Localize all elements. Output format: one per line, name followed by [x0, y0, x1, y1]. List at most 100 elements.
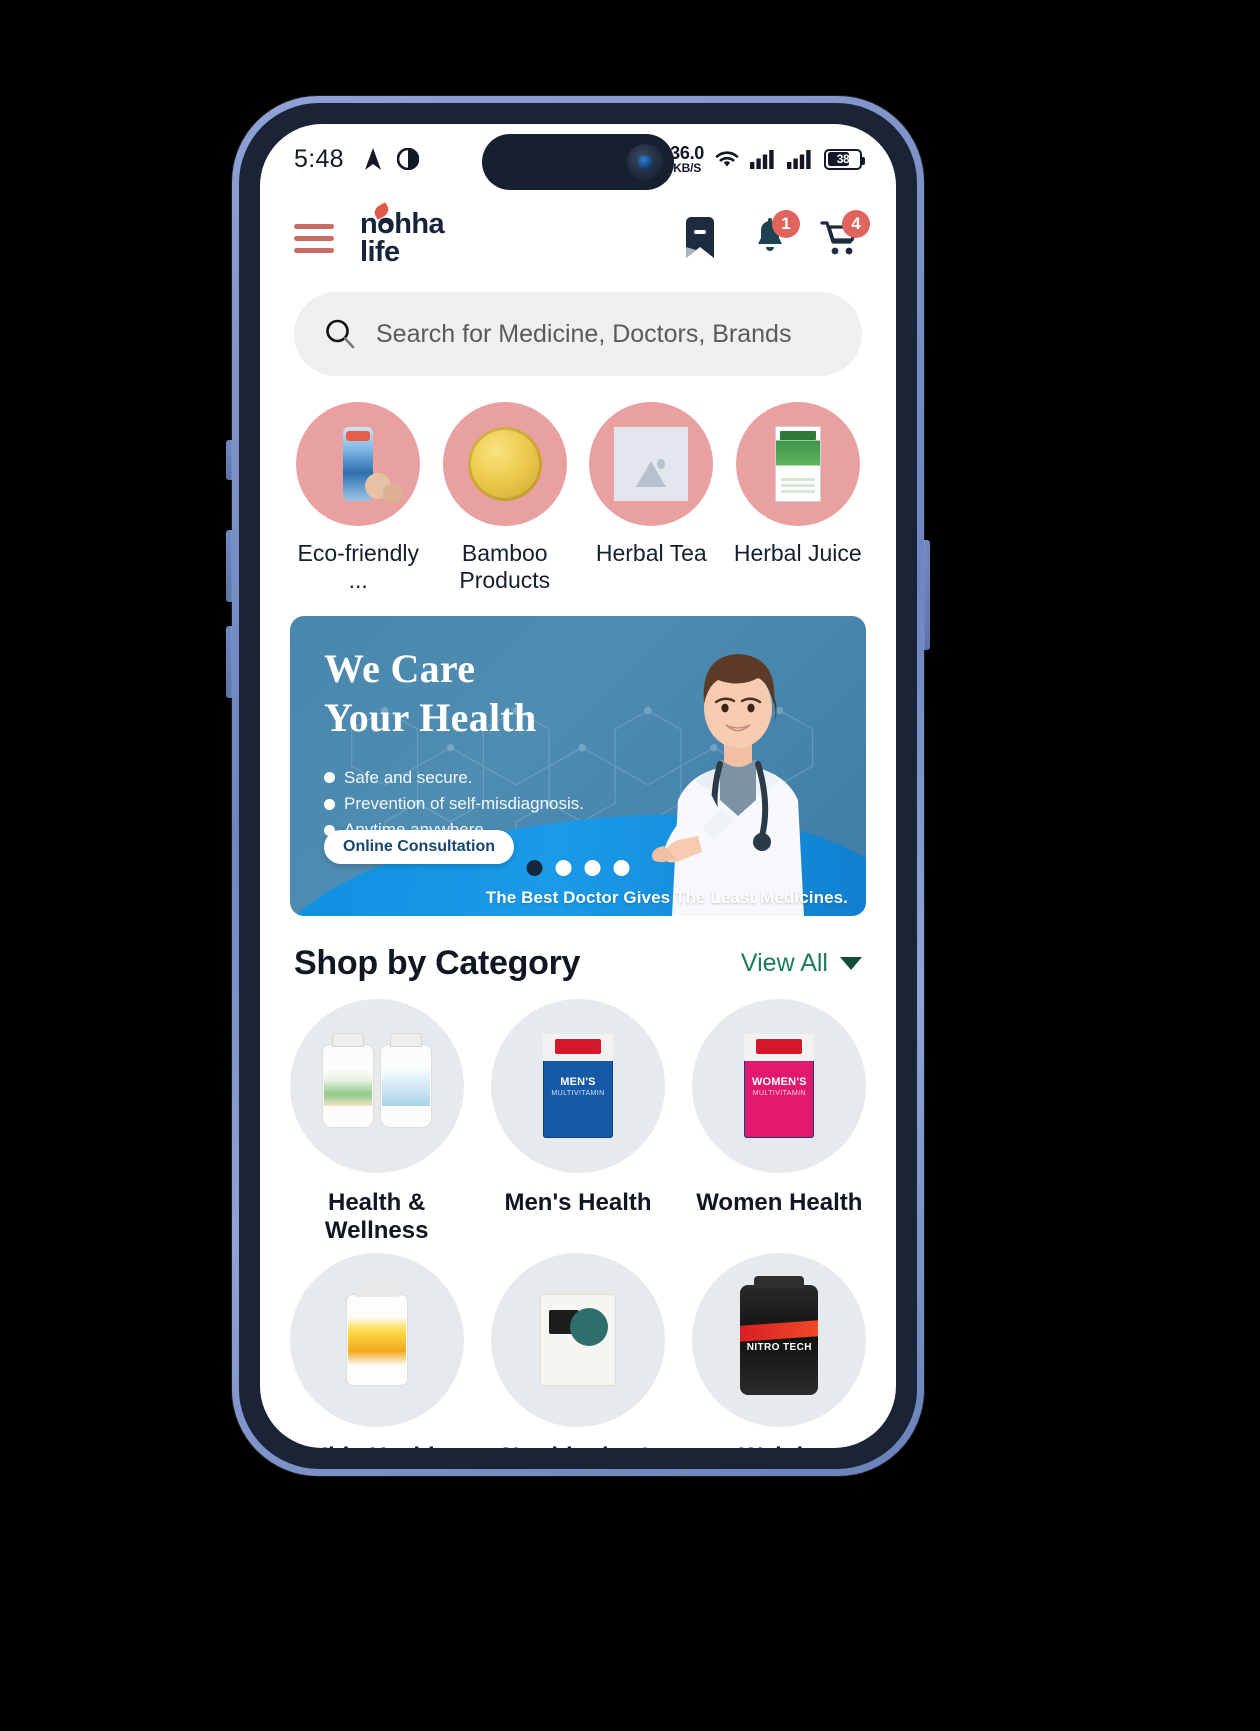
pack-subtitle: MULTIVITAMIN [752, 1089, 806, 1097]
online-consultation-button[interactable]: Online Consultation [324, 829, 514, 864]
carousel-dot-active[interactable] [526, 859, 543, 876]
status-right-icons: 36.0 KB/S 38 [670, 143, 865, 175]
quick-category-label: Herbal Tea [595, 540, 707, 567]
category-card-kids-health-range[interactable]: Kids Health Range [284, 1253, 469, 1448]
logo-line-1: nohha [360, 208, 445, 240]
search-bar[interactable]: Search for Medicine, Doctors, Brands [294, 292, 862, 377]
wifi-icon [715, 151, 739, 167]
view-all-label: View All [740, 948, 828, 977]
section-title: Shop by Category [294, 943, 581, 982]
womens-multivitamin-pack: WOMEN'S MULTIVITAMIN [744, 1033, 815, 1138]
search-input[interactable]: Search for Medicine, Doctors, Brands [376, 320, 791, 349]
hamburger-menu-icon[interactable] [294, 223, 334, 253]
app-logo[interactable]: nohha life [360, 202, 445, 269]
carousel-dot[interactable] [584, 859, 601, 876]
bottle-cap [354, 1284, 399, 1298]
signal-bars-icon [750, 150, 774, 169]
nav-arrow-icon [364, 148, 381, 170]
bookmark-button[interactable] [678, 216, 722, 260]
banner-bullet-text: Safe and secure. [344, 767, 473, 787]
category-label: Kids Health Range [284, 1443, 469, 1448]
bookmark-icon [686, 217, 714, 259]
bottle-cap [331, 1032, 364, 1047]
category-image [490, 1253, 665, 1428]
supplement-bottle-green [321, 1032, 374, 1128]
battery-level: 38 [836, 152, 850, 166]
screenshot-root: 5:48 36.0 KB/S 38 nohha life 1 4 Search … [0, 0, 1260, 1731]
cart-button[interactable]: 4 [818, 210, 870, 260]
carousel-dot[interactable] [613, 859, 630, 876]
chevron-down-icon [840, 956, 862, 970]
banner-tagline: The Best Doctor Gives The Least Medicine… [485, 887, 848, 907]
category-label: Nutritionist & Suplements [485, 1443, 670, 1448]
pack-subtitle: MULTIVITAMIN [551, 1089, 605, 1097]
dynamic-island [482, 134, 674, 190]
phone-power-button[interactable] [923, 540, 930, 650]
category-label: Weight Management [687, 1443, 872, 1448]
category-card-mens-health[interactable]: MEN'S MULTIVITAMIN Men's Health [485, 998, 670, 1246]
duo-bottles-art [321, 1032, 432, 1128]
supplement-bottle-blue [379, 1032, 432, 1128]
pouch-circle-badge [569, 1308, 608, 1347]
doctor-illustration [652, 653, 804, 916]
category-label: Men's Health [504, 1188, 652, 1216]
kids-gummies-bottle [345, 1284, 408, 1387]
category-grid: Health & Wellness MEN'S MULTIVITAMIN Men… [260, 983, 896, 1448]
shop-by-category-header: Shop by Category View All [260, 916, 896, 983]
quick-category-item[interactable]: Herbal Tea [583, 402, 720, 593]
bamboo-disc-art [467, 427, 542, 502]
notifications-button[interactable]: 1 [748, 210, 800, 260]
nitro-tech-tub-art: NITRO TECH [740, 1276, 819, 1396]
quick-category-image-herbal-tea [589, 402, 714, 527]
category-image [289, 1253, 464, 1428]
protein-pouch-art [539, 1294, 616, 1387]
bottle-cap [389, 1032, 422, 1047]
category-card-weight-management[interactable]: NITRO TECH Weight Management [687, 1253, 872, 1448]
tablet-art [383, 483, 404, 504]
carousel-dots[interactable] [526, 859, 630, 876]
notification-badge: 1 [772, 210, 800, 239]
bottle-label [347, 1316, 406, 1367]
battery-icon: 38 [824, 148, 865, 170]
mens-multivitamin-pack: MEN'S MULTIVITAMIN [542, 1033, 613, 1138]
brand-badge [554, 1038, 601, 1054]
contrast-icon [396, 148, 419, 170]
tub-red-band [740, 1320, 819, 1342]
quick-category-item[interactable]: Bamboo Products [437, 402, 574, 593]
brand-badge [756, 1038, 803, 1054]
view-all-button[interactable]: View All [741, 949, 862, 978]
quick-category-item[interactable]: Eco-friendly ... [290, 402, 427, 593]
bullet-dot-icon [324, 772, 335, 784]
category-card-women-health[interactable]: WOMEN'S MULTIVITAMIN Women Health [687, 998, 872, 1246]
quick-category-label: Herbal Juice [733, 540, 862, 567]
quick-category-image-bamboo-products [442, 402, 567, 527]
placeholder-sun [657, 459, 666, 470]
quick-category-image-herbal-juice [735, 402, 860, 527]
app-header: nohha life 1 4 [260, 194, 896, 274]
status-left-icons [362, 147, 419, 171]
promo-banner-carousel[interactable]: We Care Your Health Safe and secure. Pre… [290, 615, 866, 916]
category-image [289, 998, 464, 1173]
hamburger-bar [294, 223, 334, 229]
carousel-dot[interactable] [555, 859, 572, 876]
category-card-nutritionist-supplements[interactable]: Nutritionist & Suplements [485, 1253, 670, 1448]
category-image: NITRO TECH [692, 1253, 867, 1428]
hamburger-bar [294, 247, 334, 253]
category-label: Women Health [696, 1188, 863, 1216]
logo-line-2: life [360, 236, 400, 269]
quick-category-row: Eco-friendly ... Bamboo Products Herbal … [260, 376, 896, 593]
search-icon [326, 319, 355, 349]
front-camera-icon [627, 144, 663, 180]
tub-cap [754, 1276, 805, 1289]
category-image: WOMEN'S MULTIVITAMIN [692, 998, 867, 1173]
bottle-label [323, 1065, 372, 1106]
pack-title: MEN'S [560, 1075, 596, 1088]
network-speed: 36.0 KB/S [670, 143, 704, 175]
bottle-label [381, 1065, 430, 1106]
category-card-health-wellness[interactable]: Health & Wellness [284, 998, 469, 1246]
quick-category-item[interactable]: Herbal Juice [730, 402, 867, 593]
logo-o-ring [378, 219, 392, 233]
status-time: 5:48 [294, 144, 344, 173]
category-label: Health & Wellness [324, 1188, 429, 1244]
phone-bezel: 5:48 36.0 KB/S 38 nohha life 1 4 Search … [239, 103, 917, 1469]
